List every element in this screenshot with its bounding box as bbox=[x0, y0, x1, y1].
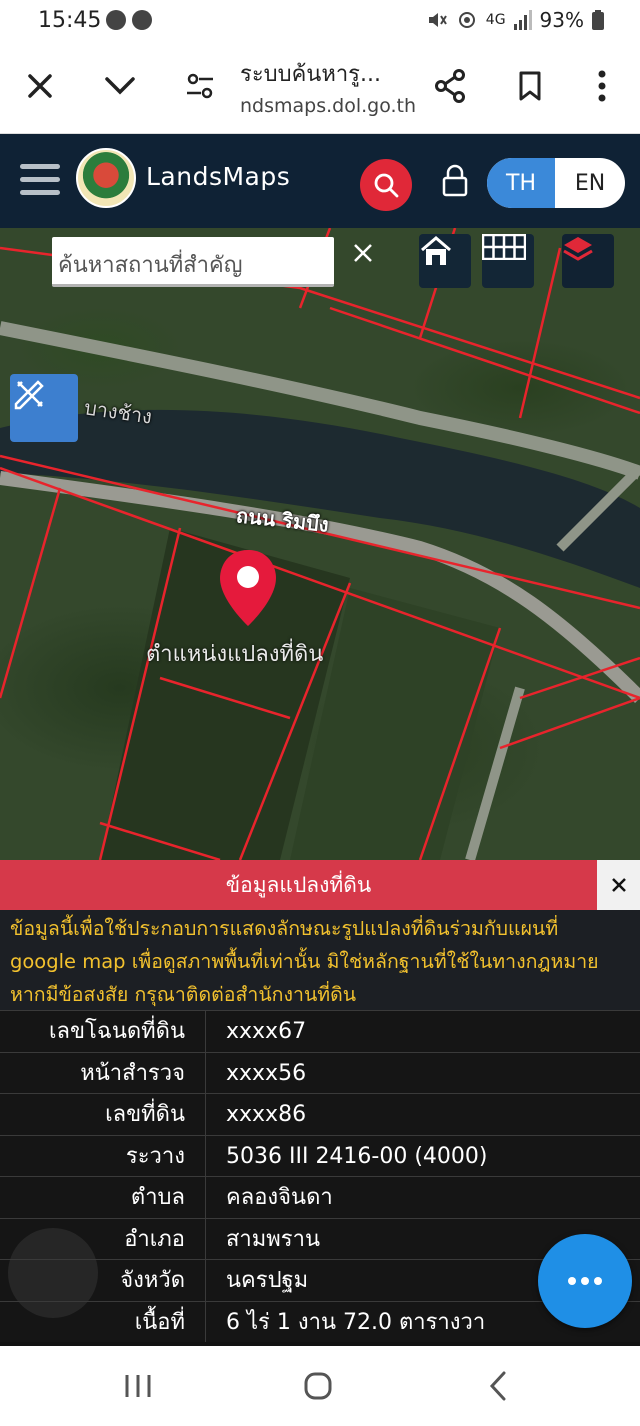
home-icon bbox=[421, 236, 451, 265]
close-icon bbox=[611, 878, 626, 892]
row-value: 5036 III 2416-00 (4000) bbox=[226, 1143, 488, 1169]
lock-icon bbox=[442, 164, 468, 197]
close-icon bbox=[354, 244, 372, 262]
share-icon bbox=[435, 69, 465, 103]
place-search-input[interactable]: ค้นหาสถานที่สำคัญ bbox=[52, 237, 334, 287]
row-label: หน้าสำรวจ bbox=[0, 1052, 206, 1093]
row-value: คลองจินดา bbox=[226, 1185, 333, 1210]
home-nav-button[interactable] bbox=[296, 1366, 340, 1406]
info-fab-shadow bbox=[8, 1228, 98, 1318]
lang-en-option[interactable]: EN bbox=[555, 158, 625, 208]
menu-button[interactable] bbox=[20, 164, 60, 196]
layers-icon bbox=[563, 237, 593, 261]
pin-label: ตำแหน่งแปลงที่ดิน bbox=[146, 642, 324, 667]
app-header: LandsMaps TH EN bbox=[0, 134, 640, 228]
site-settings-button[interactable] bbox=[180, 66, 220, 106]
home-button[interactable] bbox=[419, 234, 471, 288]
clear-search-button[interactable] bbox=[352, 242, 386, 276]
more-actions-fab[interactable] bbox=[538, 1234, 632, 1328]
recents-icon bbox=[125, 1375, 151, 1397]
table-row: เลขโฉนดที่ดิน xxxx67 bbox=[0, 1010, 640, 1052]
system-nav-bar bbox=[0, 1346, 640, 1426]
bookmark-icon bbox=[519, 71, 541, 101]
recents-button[interactable] bbox=[116, 1366, 160, 1406]
notification-icons bbox=[106, 10, 152, 30]
grid-icon bbox=[482, 234, 526, 260]
menu-icon-bar bbox=[20, 177, 60, 182]
panel-close-button[interactable] bbox=[597, 860, 640, 910]
login-button[interactable] bbox=[440, 164, 470, 198]
back-button[interactable] bbox=[476, 1366, 520, 1406]
panel-title: ข้อมูลแปลงที่ดิน bbox=[0, 860, 597, 910]
department-logo bbox=[76, 148, 136, 208]
page-domain: ndsmaps.dol.go.th bbox=[240, 95, 417, 117]
satellite-map[interactable]: ค้นหาสถานที่สำคัญ บางช้าง ถนน ริมบึง ตำแ… bbox=[0, 228, 640, 860]
river-area bbox=[0, 409, 640, 588]
menu-icon-bar bbox=[20, 164, 60, 169]
map-overlay bbox=[0, 228, 640, 860]
status-right: 4G 93% bbox=[426, 8, 604, 32]
table-row: ตำบล คลองจินดา bbox=[0, 1176, 640, 1218]
measure-tool-button[interactable] bbox=[10, 374, 78, 442]
search-icon bbox=[374, 173, 399, 198]
url-bar[interactable]: ระบบค้นหารู... ndsmaps.dol.go.th bbox=[240, 56, 430, 117]
page-title: ระบบค้นหารู... bbox=[240, 62, 381, 87]
disclaimer-line: ข้อมูลนี้เพื่อใช้ประกอบการแสดงลักษณะรูปแ… bbox=[10, 917, 559, 940]
table-row: หน้าสำรวจ xxxx56 bbox=[0, 1051, 640, 1093]
more-menu-button[interactable] bbox=[582, 66, 622, 106]
browser-toolbar: ระบบค้นหารู... ndsmaps.dol.go.th bbox=[0, 44, 640, 134]
close-tab-button[interactable] bbox=[20, 66, 60, 106]
layers-button[interactable] bbox=[562, 234, 614, 288]
hotspot-icon bbox=[458, 12, 475, 28]
row-value: xxxx56 bbox=[226, 1060, 307, 1086]
row-value: xxxx86 bbox=[226, 1102, 307, 1127]
mute-icon bbox=[428, 13, 447, 27]
pencil-ruler-icon bbox=[14, 380, 44, 410]
network-type: 4G bbox=[485, 12, 506, 28]
table-row: อำเภอ สามพราน bbox=[0, 1217, 640, 1259]
more-vert-icon bbox=[598, 70, 606, 102]
search-button[interactable] bbox=[360, 159, 412, 211]
row-label: เลขโฉนดที่ดิน bbox=[0, 1011, 206, 1052]
app-title: LandsMaps bbox=[146, 162, 291, 191]
status-time: 15:45 bbox=[38, 8, 102, 33]
table-row: เลขที่ดิน xxxx86 bbox=[0, 1093, 640, 1135]
table-row: เนื้อที่ 6 ไร่ 1 งาน 72.0 ตารางวา bbox=[0, 1300, 640, 1342]
tune-icon bbox=[187, 73, 213, 99]
battery-level: 93% bbox=[539, 8, 584, 32]
back-icon bbox=[489, 1371, 506, 1401]
close-icon bbox=[28, 74, 52, 98]
lang-th-option[interactable]: TH bbox=[487, 158, 555, 208]
battery-icon bbox=[592, 10, 604, 30]
chrome-icon bbox=[106, 10, 126, 30]
more-horiz-icon bbox=[568, 1277, 602, 1285]
grid-button[interactable] bbox=[482, 234, 534, 288]
table-row: ระวาง 5036 III 2416-00 (4000) bbox=[0, 1134, 640, 1176]
row-label: ระวาง bbox=[0, 1135, 206, 1176]
row-label: ตำบล bbox=[0, 1177, 206, 1218]
minimize-button[interactable] bbox=[100, 66, 140, 106]
home-circle-icon bbox=[304, 1372, 332, 1400]
menu-icon-bar bbox=[20, 190, 60, 195]
row-value: xxxx67 bbox=[226, 1019, 307, 1044]
language-toggle[interactable]: TH EN bbox=[487, 158, 625, 208]
bookmark-button[interactable] bbox=[510, 66, 550, 106]
row-label: เลขที่ดิน bbox=[0, 1094, 206, 1135]
chevron-down-icon bbox=[105, 77, 135, 95]
disclaimer-line: หากมีข้อสงสัย กรุณาติดต่อสำนักงานที่ดิน bbox=[10, 983, 357, 1006]
disclaimer-line: google map เพื่อดูสภาพพื้นที่เท่านั้น มิ… bbox=[10, 950, 599, 973]
line-icon bbox=[132, 10, 152, 30]
share-button[interactable] bbox=[430, 66, 470, 106]
signal-icon bbox=[513, 10, 532, 30]
status-bar: 15:45 4G 93% bbox=[0, 0, 640, 44]
